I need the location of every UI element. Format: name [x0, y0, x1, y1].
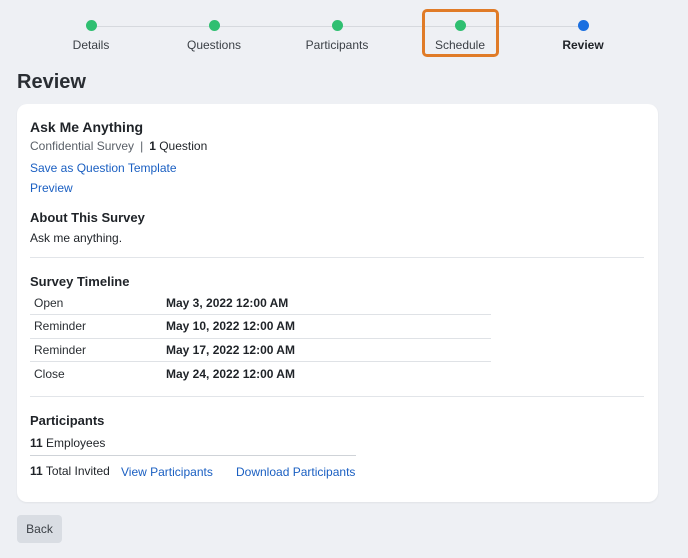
save-as-template-link[interactable]: Save as Question Template	[30, 161, 177, 175]
schedule-highlight-box	[422, 9, 499, 57]
about-section-title: About This Survey	[30, 210, 145, 225]
about-text: Ask me anything.	[30, 231, 123, 245]
timeline-date: May 24, 2022 12:00 AM	[166, 361, 491, 385]
step-complete-dot-icon	[331, 20, 343, 31]
step-questions[interactable]: Questions	[159, 20, 269, 52]
timeline-label: Close	[30, 361, 166, 385]
employees-summary: 11 Employees	[30, 436, 105, 450]
step-label: Details	[72, 38, 110, 52]
invited-summary: 11 Total Invited	[30, 464, 110, 478]
survey-title: Ask Me Anything	[30, 119, 144, 135]
survey-meta: Confidential Survey | 1 Question	[30, 139, 207, 153]
timeline-date: May 17, 2022 12:00 AM	[166, 337, 491, 362]
employees-count: 11	[30, 436, 43, 450]
timeline-date: May 3, 2022 12:00 AM	[166, 295, 289, 310]
meta-separator: |	[140, 139, 144, 153]
review-card: Ask Me Anything Confidential Survey | 1 Qu…	[17, 104, 658, 502]
participants-divider	[30, 455, 356, 456]
step-complete-dot-icon	[208, 20, 220, 31]
view-participants-link[interactable]: View Participants	[121, 465, 213, 479]
invited-label: Total Invited	[45, 464, 110, 478]
download-participants-link[interactable]: Download Participants	[236, 465, 355, 479]
back-button[interactable]: Back	[17, 515, 62, 543]
timeline-label: Reminder	[30, 314, 166, 338]
timeline-section-title: Survey Timeline	[30, 274, 130, 289]
step-participants[interactable]: Participants	[282, 20, 392, 52]
section-divider	[30, 396, 644, 397]
timeline-row: Close May 24, 2022 12:00 AM	[30, 361, 491, 385]
timeline-row: Open May 3, 2022 12:00 AM	[30, 291, 491, 315]
question-count-label: Question	[159, 139, 208, 153]
step-label: Review	[562, 38, 604, 52]
participants-section-title: Participants	[30, 413, 105, 428]
step-label: Participants	[305, 38, 369, 52]
step-details[interactable]: Details	[36, 20, 146, 52]
timeline-row: Reminder May 10, 2022 12:00 AM	[30, 314, 491, 338]
timeline-row: Reminder May 17, 2022 12:00 AM	[30, 337, 491, 362]
step-label: Questions	[186, 38, 242, 52]
step-review[interactable]: Review	[528, 20, 638, 52]
preview-link[interactable]: Preview	[30, 181, 73, 195]
employees-label: Employees	[46, 436, 106, 450]
step-complete-dot-icon	[85, 20, 97, 31]
question-count: 1	[149, 139, 156, 153]
survey-type: Confidential Survey	[30, 139, 135, 153]
timeline-label: Open	[34, 295, 64, 310]
section-divider	[30, 257, 644, 258]
timeline-table: Open May 3, 2022 12:00 AM Reminder May 1…	[30, 291, 491, 385]
step-current-dot-icon	[577, 20, 589, 31]
page-title: Review	[17, 71, 86, 93]
progress-stepper: Details Questions Participants Schedule …	[0, 0, 688, 60]
timeline-label: Reminder	[30, 337, 166, 362]
invited-count: 11	[30, 464, 43, 478]
timeline-date: May 10, 2022 12:00 AM	[166, 314, 491, 338]
